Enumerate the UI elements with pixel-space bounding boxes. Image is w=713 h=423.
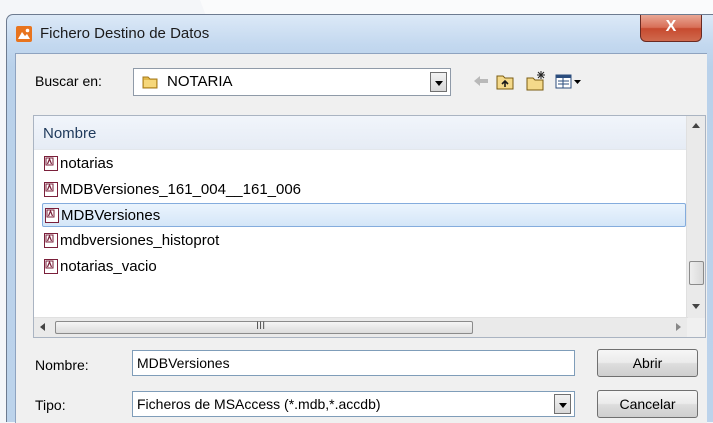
title-bar: Fichero Destino de Datos X xyxy=(7,15,713,53)
filename-value: MDBVersiones xyxy=(137,355,230,371)
cancel-button[interactable]: Cancelar xyxy=(597,390,698,418)
window-title: Fichero Destino de Datos xyxy=(40,25,210,42)
file-name: mdbversiones_histoprot xyxy=(60,232,220,249)
filetype-dropdown-button[interactable] xyxy=(554,394,571,414)
filename-label: Nombre: xyxy=(35,357,89,373)
look-in-value: NOTARIA xyxy=(167,73,233,90)
up-folder-icon[interactable] xyxy=(495,70,515,92)
folder-icon xyxy=(142,76,158,89)
back-arrow-icon[interactable] xyxy=(472,70,490,92)
scroll-down-arrow-icon[interactable] xyxy=(692,304,700,309)
access-file-icon xyxy=(45,208,59,223)
filetype-select[interactable]: Ficheros de MSAccess (*.mdb,*.accdb) xyxy=(132,391,575,417)
horizontal-scroll-thumb[interactable]: III xyxy=(55,320,473,334)
filename-input[interactable]: MDBVersiones xyxy=(132,350,575,376)
scrollbar-corner xyxy=(687,318,705,337)
access-file-icon xyxy=(44,259,58,274)
scroll-grip: III xyxy=(256,320,266,332)
open-button[interactable]: Abrir xyxy=(597,349,698,377)
access-file-icon xyxy=(44,156,58,171)
vertical-scroll-thumb[interactable] xyxy=(689,261,704,285)
new-folder-icon[interactable] xyxy=(525,70,547,92)
filetype-label: Tipo: xyxy=(35,397,66,413)
file-list: Nombre notarias MDBVersiones_161_004__16… xyxy=(33,115,706,338)
file-item[interactable]: MDBVersiones_161_004__161_006 xyxy=(42,178,686,202)
look-in-label: Buscar en: xyxy=(35,73,102,89)
file-name: notarias xyxy=(60,155,114,172)
file-item-selected[interactable]: MDBVersiones xyxy=(42,203,686,227)
access-file-icon xyxy=(44,182,58,197)
close-button[interactable]: X xyxy=(640,15,702,42)
look-in-dropdown-button[interactable] xyxy=(430,72,447,92)
app-icon xyxy=(16,26,32,42)
column-header-label: Nombre xyxy=(43,125,97,142)
access-file-icon xyxy=(44,233,58,248)
scroll-up-arrow-icon[interactable] xyxy=(692,123,700,128)
file-name: MDBVersiones_161_004__161_006 xyxy=(60,181,302,198)
view-menu-icon[interactable] xyxy=(554,70,584,92)
file-item[interactable]: notarias_vacio xyxy=(42,255,686,279)
dialog-window: Fichero Destino de Datos X Buscar en: NO… xyxy=(6,14,713,423)
filetype-value: Ficheros de MSAccess (*.mdb,*.accdb) xyxy=(137,396,381,412)
file-name: notarias_vacio xyxy=(60,258,157,275)
file-item[interactable]: notarias xyxy=(42,152,686,176)
column-header-name[interactable]: Nombre xyxy=(34,116,688,150)
file-item[interactable]: mdbversiones_histoprot xyxy=(42,229,686,253)
vertical-scrollbar[interactable] xyxy=(686,116,705,319)
scroll-left-arrow-icon[interactable] xyxy=(40,323,45,331)
look-in-combo[interactable]: NOTARIA xyxy=(133,68,451,96)
horizontal-scrollbar[interactable]: III xyxy=(34,317,688,337)
scroll-right-arrow-icon[interactable] xyxy=(676,323,681,331)
dialog-body: Buscar en: NOTARIA Nombre notarias MDBVe… xyxy=(15,53,707,423)
file-name: MDBVersiones xyxy=(61,207,161,224)
